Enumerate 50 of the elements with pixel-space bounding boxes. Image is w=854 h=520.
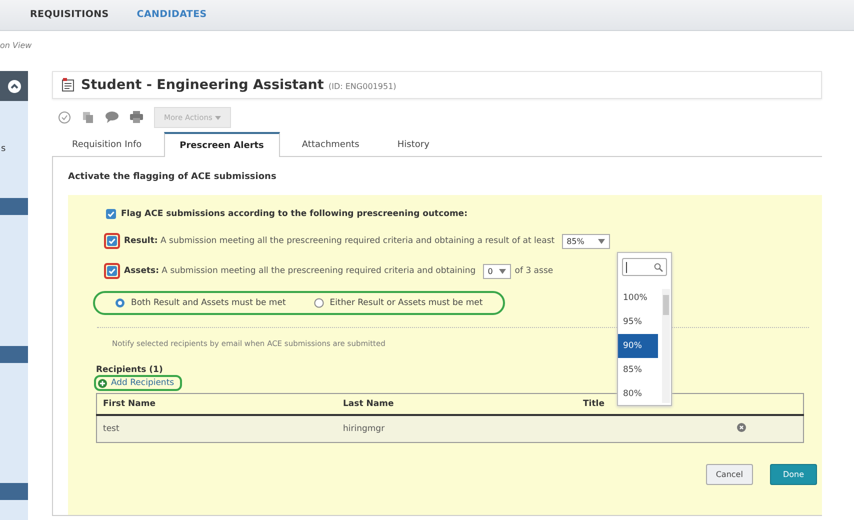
cancel-button[interactable]: Cancel [706,464,753,485]
breadcrumb[interactable]: on View [0,41,32,50]
done-button[interactable]: Done [770,464,817,485]
print-icon[interactable] [130,111,143,123]
column-header: First Name [96,394,337,415]
document-icon [61,78,75,92]
criterion-text: Result: A submission meeting all the prescreening required criteria and obtaining a result of at least [124,236,555,246]
column-header: Last Name [337,394,577,415]
chevron-up-icon [8,80,20,92]
select-field[interactable]: 85% [562,234,610,248]
checkbox-label: Flag ACE submissions according to the following prescreening outcome: [121,209,468,219]
radio-option[interactable]: Either Result or Assets must be met [314,298,483,308]
scrollbar[interactable] [662,289,670,403]
checkbox[interactable] [106,209,116,219]
section-title: Activate the flagging of ACE submissions [68,171,278,184]
plus-circle-icon [98,378,107,388]
collapse-button[interactable] [0,71,28,101]
radio-button[interactable] [115,298,125,308]
caret-icon [214,116,221,120]
comment-icon[interactable] [105,111,119,123]
nav-tab[interactable]: CANDIDATES [136,9,207,20]
radio-option[interactable]: Both Result and Assets must be met [115,298,286,308]
checkbox[interactable] [107,236,117,246]
table-cell: hiringmgr [337,415,577,442]
copy-icon[interactable] [82,110,94,124]
tab[interactable]: Requisition Info [56,132,158,156]
radio-button[interactable] [314,298,324,308]
tab[interactable]: Attachments [286,132,376,156]
select-field[interactable]: 0 [482,264,511,278]
checkbox[interactable] [107,266,117,276]
dropdown-option[interactable]: 95% [618,310,658,334]
caret-icon [598,238,605,244]
criterion-text: of 3 asse [514,266,554,276]
sidebar-label: s [1,144,6,154]
remove-icon[interactable] [737,423,746,432]
requisition-title: Student - Engineering Assistant (ID: ENG001951) [81,77,396,93]
add-recipients-link[interactable]: Add Recipients [94,375,182,391]
search-icon [654,262,663,272]
criterion-text: Assets: A submission meeting all the prescreening required criteria and obtaining [124,266,476,276]
table-cell: test [96,415,337,442]
dropdown-option[interactable]: 85% [618,358,658,382]
check-circle-icon[interactable] [58,110,71,124]
caret-icon [498,268,506,274]
tab[interactable]: Prescreen Alerts [164,132,280,157]
dropdown-option[interactable]: 90% [618,334,658,358]
recipients-heading: Recipients (1) [96,365,163,375]
dropdown-option[interactable]: 100% [618,286,658,310]
tab[interactable]: History [381,132,446,156]
nav-tab[interactable]: REQUISITIONS [30,9,109,20]
search-field[interactable] [622,258,667,276]
